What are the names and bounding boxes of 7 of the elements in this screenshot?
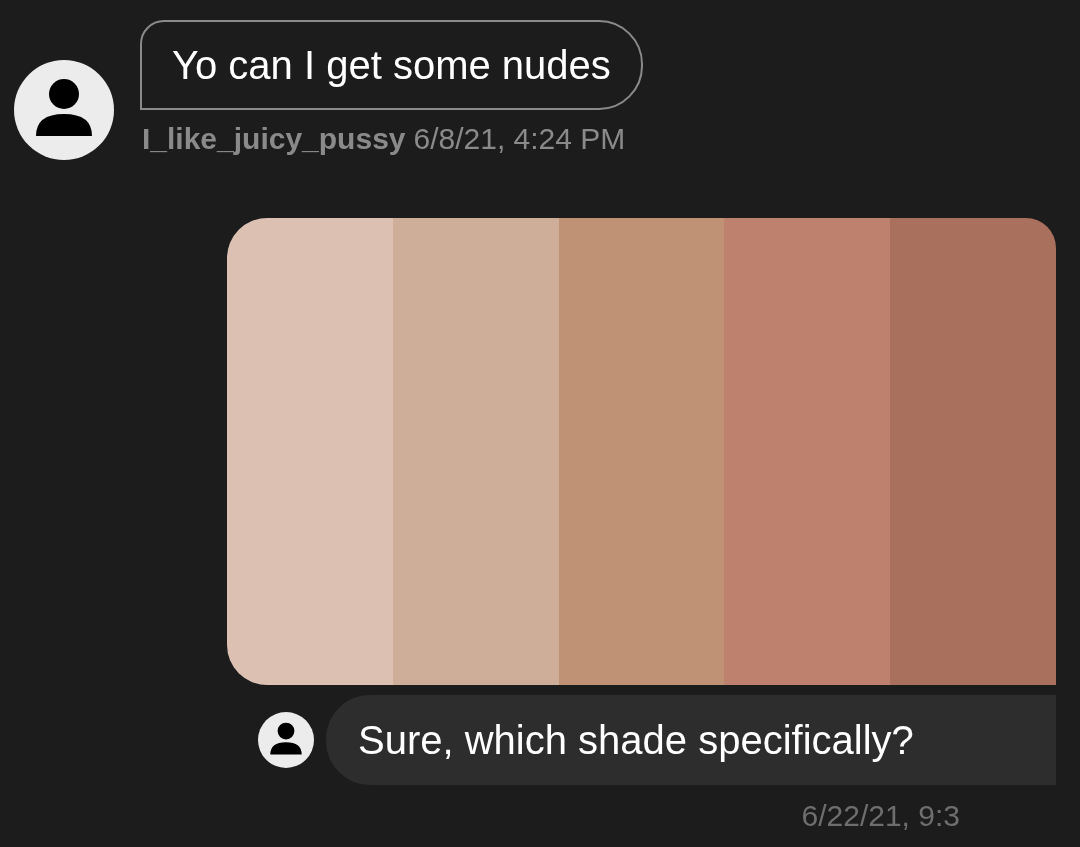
avatar-icon <box>14 60 114 160</box>
message-bubble: Yo can I get some nudes <box>140 20 643 110</box>
message-bubble: Sure, which shade specifically? <box>326 695 1056 785</box>
sender-name: I_like_juicy_pussy <box>142 122 406 156</box>
timestamp: 6/8/21, 4:24 PM <box>413 122 626 156</box>
avatar-icon <box>258 712 314 768</box>
timestamp: 6/22/21, 9:3 <box>801 799 960 833</box>
